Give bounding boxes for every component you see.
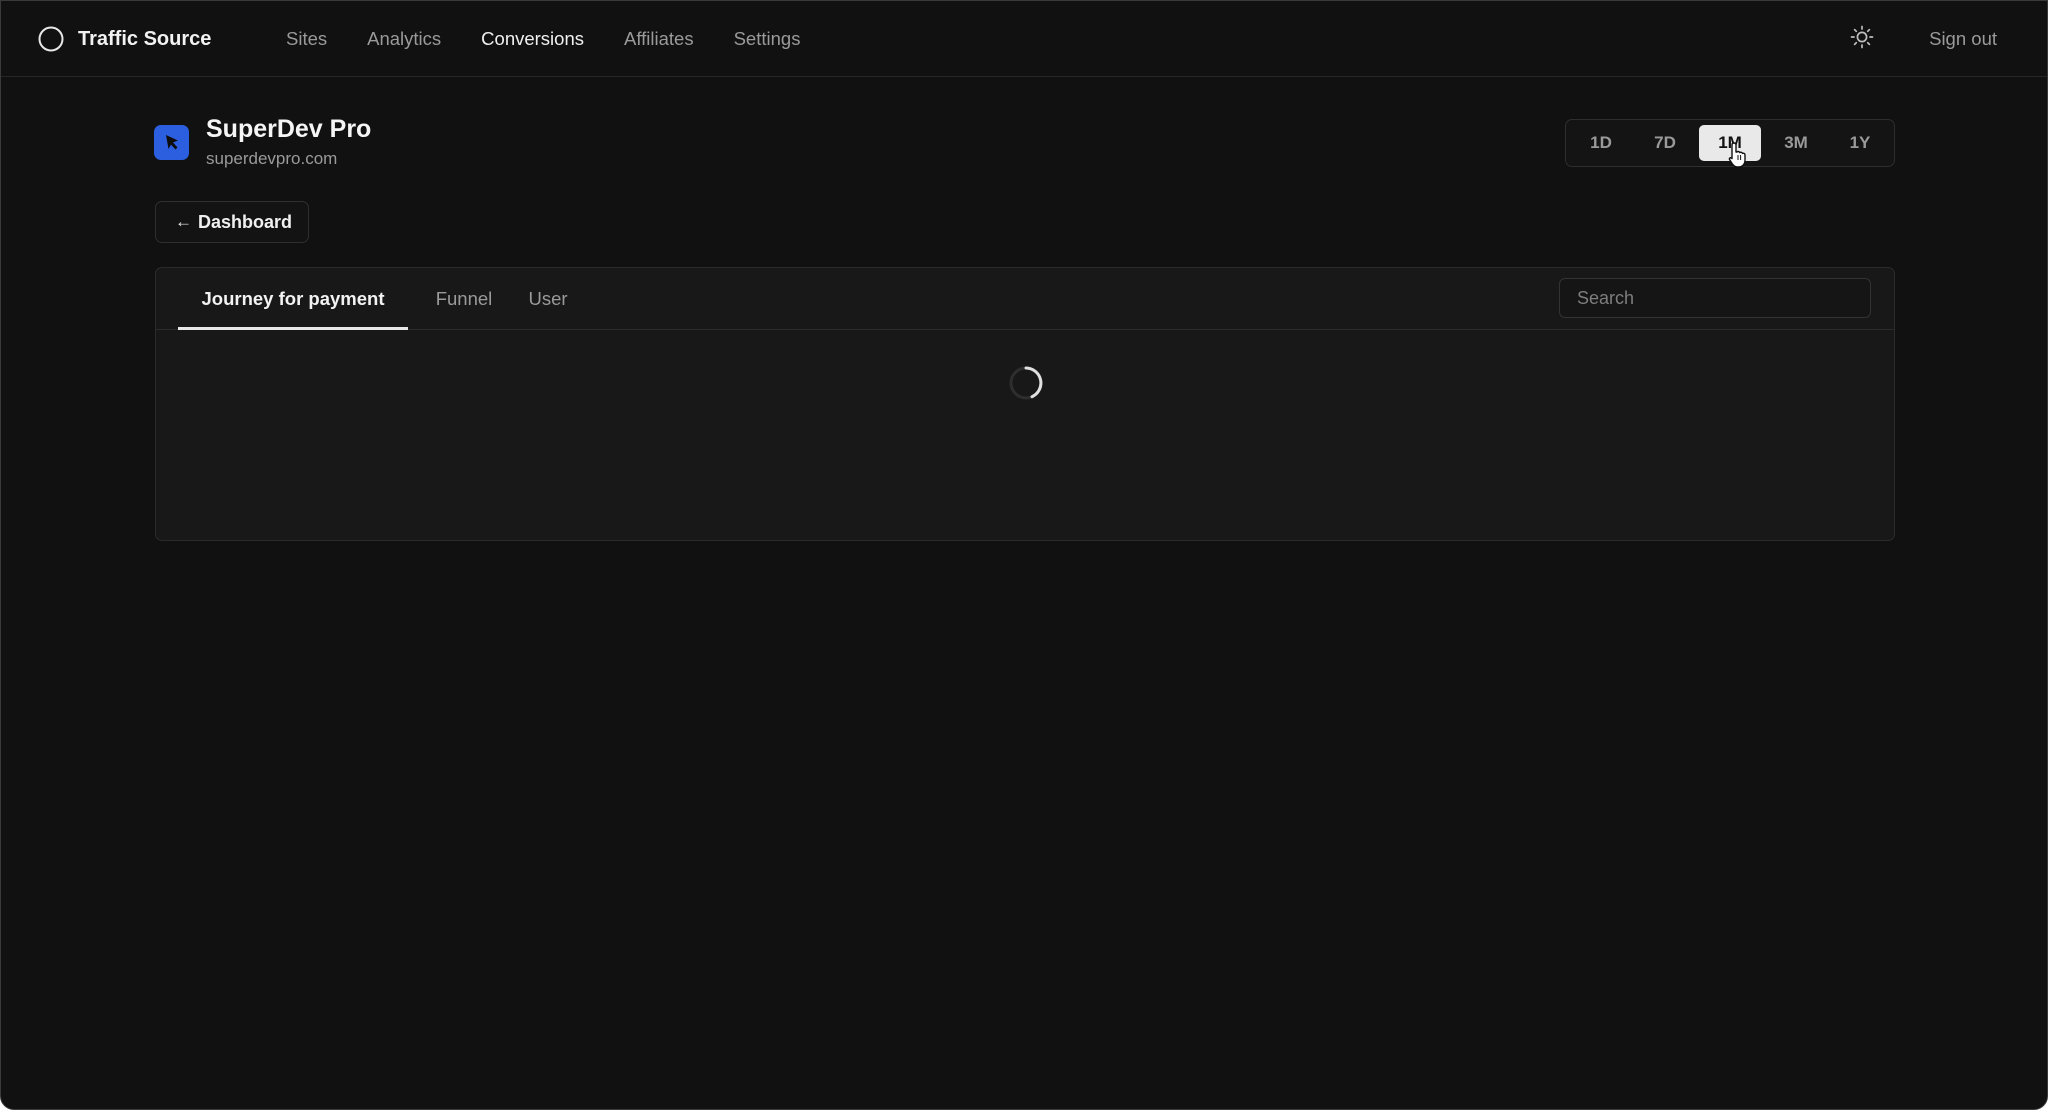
nav-item-analytics[interactable]: Analytics <box>367 25 441 53</box>
range-option-7d[interactable]: 7D <box>1636 125 1694 161</box>
main-nav: Sites Analytics Conversions Affiliates S… <box>286 25 840 53</box>
range-option-1m[interactable]: 1M <box>1699 125 1761 161</box>
date-range-selector: 1D 7D 1M 3M 1Y <box>1565 119 1895 167</box>
tab-funnel[interactable]: Funnel <box>424 268 504 330</box>
sun-icon[interactable] <box>1848 23 1876 51</box>
tab-journey-for-payment[interactable]: Journey for payment <box>178 268 408 330</box>
nav-item-conversions[interactable]: Conversions <box>481 25 584 53</box>
nav-item-settings[interactable]: Settings <box>734 25 801 53</box>
site-name: SuperDev Pro <box>206 115 372 143</box>
journey-panel: Journey for payment Funnel User <box>155 267 1895 541</box>
site-cursor-arrow-icon <box>154 125 189 160</box>
top-navigation-bar: Traffic Source Sites Analytics Conversio… <box>1 1 2047 77</box>
nav-item-sites[interactable]: Sites <box>286 25 327 53</box>
tab-user[interactable]: User <box>520 268 576 330</box>
range-option-1d[interactable]: 1D <box>1572 125 1630 161</box>
app-window: Traffic Source Sites Analytics Conversio… <box>0 0 2048 1110</box>
sign-out-link[interactable]: Sign out <box>1929 25 1997 53</box>
range-option-1y[interactable]: 1Y <box>1831 125 1889 161</box>
back-to-dashboard-button[interactable]: ← Dashboard <box>155 201 309 243</box>
brand-name: Traffic Source <box>78 28 212 50</box>
brand[interactable]: Traffic Source <box>37 25 211 53</box>
search-input[interactable] <box>1559 278 1871 318</box>
nav-item-affiliates[interactable]: Affiliates <box>624 25 694 53</box>
loading-spinner-icon <box>1009 366 1043 400</box>
arrow-left-icon: ← <box>175 212 192 231</box>
range-option-3m[interactable]: 3M <box>1766 125 1826 161</box>
back-button-label: Dashboard <box>198 211 293 232</box>
brand-logo-icon <box>38 26 64 52</box>
site-domain: superdevpro.com <box>206 149 338 168</box>
panel-tabs: Journey for payment Funnel User <box>156 268 1894 330</box>
